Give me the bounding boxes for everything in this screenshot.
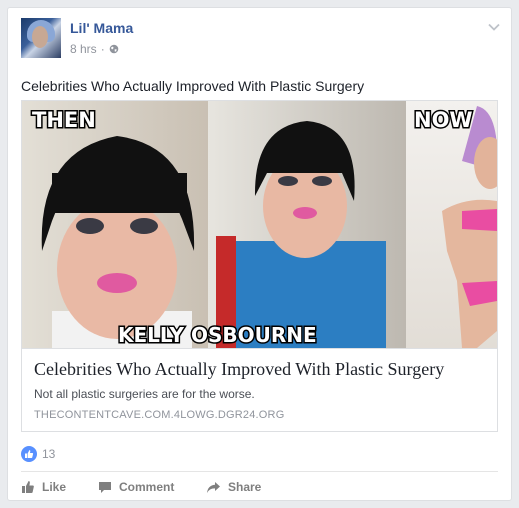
- thumbs-up-icon: [21, 480, 35, 494]
- post-card: Lil' Mama 8 hrs · Celebrities Who Actual…: [7, 7, 512, 501]
- meta-separator: ·: [100, 42, 105, 56]
- like-icon: [21, 446, 37, 462]
- post-text: Celebrities Who Actually Improved With P…: [21, 78, 365, 94]
- author-name[interactable]: Lil' Mama: [70, 20, 133, 36]
- like-count[interactable]: 13: [42, 447, 55, 461]
- share-arrow-icon: [206, 481, 221, 494]
- comment-bubble-icon: [98, 481, 112, 494]
- chevron-down-icon[interactable]: [487, 20, 501, 34]
- link-preview[interactable]: THEN NOW KELLY OSBOURNE Celebrities Who …: [21, 100, 498, 432]
- link-title[interactable]: Celebrities Who Actually Improved With P…: [34, 359, 489, 380]
- avatar-face: [32, 26, 48, 48]
- image-label-name: KELLY OSBOURNE: [118, 323, 317, 347]
- link-description: Not all plastic surgeries are for the wo…: [34, 387, 255, 401]
- comment-button-label: Comment: [119, 480, 175, 494]
- reaction-summary[interactable]: 13: [21, 445, 55, 463]
- avatar[interactable]: [21, 18, 61, 58]
- share-button-label: Share: [228, 480, 262, 494]
- share-button[interactable]: Share: [206, 480, 261, 494]
- actions-divider: [21, 471, 498, 472]
- globe-icon[interactable]: [109, 44, 119, 54]
- post-meta: 8 hrs ·: [70, 42, 119, 56]
- link-preview-image[interactable]: THEN NOW KELLY OSBOURNE: [22, 101, 497, 348]
- comment-button[interactable]: Comment: [98, 480, 206, 494]
- post-actions: Like Comment Share: [21, 476, 261, 498]
- image-label-now: NOW: [414, 108, 473, 132]
- like-button-label: Like: [42, 480, 67, 494]
- like-button[interactable]: Like: [21, 480, 98, 494]
- post-time[interactable]: 8 hrs: [70, 42, 97, 56]
- preview-image-art: THEN NOW KELLY OSBOURNE: [22, 101, 497, 348]
- link-preview-body[interactable]: Celebrities Who Actually Improved With P…: [22, 348, 497, 431]
- image-label-then: THEN: [32, 108, 96, 132]
- link-domain: THECONTENTCAVE.COM.4LOWG.DGR24.ORG: [34, 409, 285, 421]
- post-header: Lil' Mama 8 hrs ·: [21, 18, 501, 62]
